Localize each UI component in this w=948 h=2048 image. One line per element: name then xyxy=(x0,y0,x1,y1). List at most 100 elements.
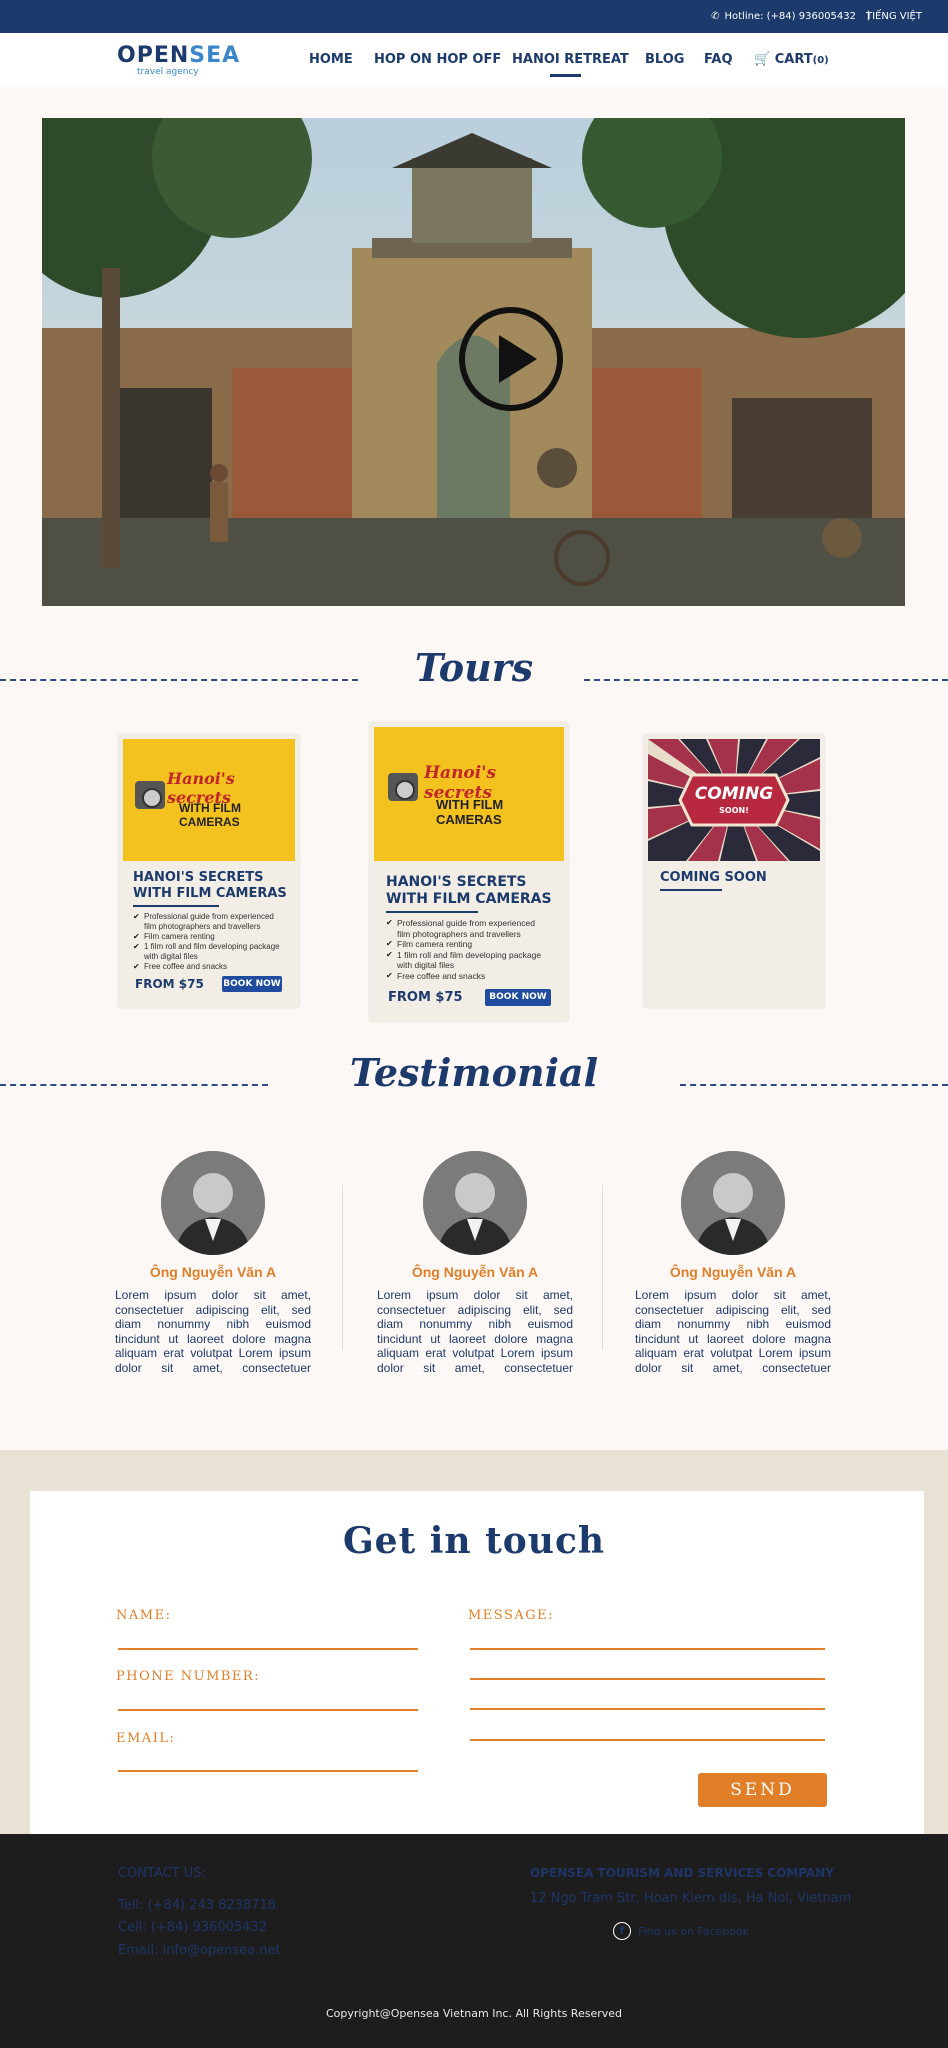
footer-tel: Tell: (+84) 243 8238718 xyxy=(118,1898,277,1913)
message-field[interactable] xyxy=(470,1648,825,1650)
testimonial-name: Ông Nguyễn Văn A xyxy=(669,1264,797,1280)
logo[interactable]: OPENSEA travel agency xyxy=(117,43,241,78)
avatar xyxy=(681,1151,785,1255)
feature-item: 1 film roll and film developing package xyxy=(133,942,293,952)
feature-item: Free coffee and snacks xyxy=(386,971,564,982)
hero-video[interactable] xyxy=(42,118,905,606)
tours-divider-right xyxy=(584,679,948,681)
footer-contact-heading: CONTACT US: xyxy=(118,1866,206,1881)
testimonial-text: Lorem ipsum dolor sit amet, consectetuer… xyxy=(635,1288,831,1376)
testimonial-name: Ông Nguyễn Văn A xyxy=(149,1264,277,1280)
nav-blog[interactable]: BLOG xyxy=(645,52,684,67)
tours-divider-left xyxy=(0,679,358,681)
feature-item: 1 film roll and film developing package xyxy=(386,950,564,961)
tour-card-title-1: HANOI'S SECRETS xyxy=(386,874,527,890)
facebook-link[interactable]: f Find us on Facebook xyxy=(613,1922,749,1940)
play-button-icon[interactable] xyxy=(459,307,563,411)
title-underline xyxy=(133,905,219,907)
hotline-text: Hotline: (+84) 936005432 xyxy=(724,11,857,22)
name-label: NAME: xyxy=(116,1608,172,1623)
feature-item: film photographers and travellers xyxy=(144,922,261,931)
language-switch[interactable]: TIẾNG VIỆT xyxy=(866,11,922,22)
avatar xyxy=(161,1151,265,1255)
footer-address: 12 Ngo Tram Str, Hoan Kiem dis, Ha Noi, … xyxy=(530,1891,852,1906)
tour-card-subtitle: WITH FILM CAMERAS xyxy=(436,797,504,827)
message-field-line[interactable] xyxy=(470,1739,825,1741)
testimonial-text: Lorem ipsum dolor sit amet, consectetuer… xyxy=(115,1288,311,1376)
copyright: Copyright@Opensea Vietnam Inc. All Right… xyxy=(326,2007,622,2020)
tour-card-3[interactable]: COMING SOON! COMING SOON xyxy=(644,735,824,1007)
feature-item: Film camera renting xyxy=(133,932,293,942)
logo-name-sea: SEA xyxy=(189,43,241,68)
tour-card-image: Hanoi's secrets WITH FILM CAMERAS xyxy=(374,727,564,861)
testimonial-text: Lorem ipsum dolor sit amet, consectetuer… xyxy=(377,1288,573,1376)
footer-email[interactable]: Email: info@opensea.net xyxy=(118,1943,281,1958)
testimonial-divider-left xyxy=(0,1084,268,1086)
tour-card-title: COMING SOON xyxy=(660,870,767,885)
cart-icon: 🛒 xyxy=(754,52,771,67)
name-field[interactable] xyxy=(118,1648,418,1650)
nav-cart[interactable]: 🛒 CART(0) xyxy=(754,52,829,67)
logo-tagline: travel agency xyxy=(137,67,199,77)
cart-label: CART xyxy=(774,52,813,67)
book-now-button[interactable]: BOOK NOW xyxy=(485,989,551,1006)
nav-hop-on-hop-off[interactable]: HOP ON HOP OFF xyxy=(374,52,501,67)
footer-cell: Cell: (+84) 936005432 xyxy=(118,1920,267,1935)
feature-item: Professional guide from experienced xyxy=(386,918,564,929)
nav-faq[interactable]: FAQ xyxy=(704,52,733,67)
message-field-line[interactable] xyxy=(470,1708,825,1710)
tour-card-2[interactable]: Hanoi's secrets WITH FILM CAMERAS HANOI'… xyxy=(370,723,568,1021)
feature-item: with digital files xyxy=(397,960,455,970)
title-underline xyxy=(660,889,722,891)
avatar xyxy=(423,1151,527,1255)
tour-card-title-2: WITH FILM CAMERAS xyxy=(386,891,552,907)
feature-item: with digital files xyxy=(144,952,198,961)
logo-name-open: OPEN xyxy=(117,43,190,68)
tour-card-features: Professional guide from experienced film… xyxy=(133,912,293,972)
feature-item: film photographers and travellers xyxy=(397,928,521,939)
tour-card-title-2: WITH FILM CAMERAS xyxy=(133,886,287,901)
nav-home[interactable]: HOME xyxy=(309,52,353,67)
nav-hanoi-retreat-label: HANOI RETREAT xyxy=(512,52,629,67)
tour-card-1[interactable]: Hanoi's secrets WITH FILM CAMERAS HANOI'… xyxy=(119,735,299,1007)
site-header: OPENSEA travel agency HOME HOP ON HOP OF… xyxy=(0,33,948,87)
phone-field[interactable] xyxy=(118,1709,418,1711)
footer-company: OPENSEA TOURISM AND SERVICES COMPANY xyxy=(530,1866,834,1880)
coming-badge-subtext: SOON! xyxy=(719,806,749,815)
testimonial-divider-right xyxy=(680,1084,948,1086)
testimonial-divider xyxy=(342,1185,343,1350)
coming-badge-text: COMING xyxy=(694,784,774,804)
facebook-text: Find us on Facebook xyxy=(638,1924,750,1938)
feature-item: Free coffee and snacks xyxy=(133,962,293,972)
email-field[interactable] xyxy=(118,1770,418,1772)
tour-card-image: Hanoi's secrets WITH FILM CAMERAS xyxy=(123,739,295,861)
tours-heading: Tours xyxy=(414,645,534,690)
cart-count: (0) xyxy=(812,55,829,66)
tour-card-title-1: HANOI'S SECRETS xyxy=(133,870,264,885)
top-bar: ✆ Hotline: (+84) 936005432 | TIẾNG VIỆT xyxy=(0,0,948,33)
send-button[interactable]: SEND xyxy=(698,1773,827,1807)
testimonial-name: Ông Nguyễn Văn A xyxy=(411,1264,539,1280)
email-label: EMAIL: xyxy=(116,1731,176,1746)
tour-card-subtitle: WITH FILM CAMERAS xyxy=(179,801,241,829)
feature-item: Professional guide from experienced xyxy=(133,912,293,922)
tour-price: FROM $75 xyxy=(388,990,463,1005)
title-underline xyxy=(386,911,478,913)
nav-hanoi-retreat[interactable]: HANOI RETREAT xyxy=(512,52,629,77)
camera-icon xyxy=(135,781,165,809)
message-field-line[interactable] xyxy=(470,1678,825,1680)
phone-icon: ✆ xyxy=(711,11,720,22)
camera-icon xyxy=(388,773,418,801)
testimonial-divider xyxy=(602,1185,603,1350)
tour-card-features: Professional guide from experienced film… xyxy=(386,918,564,981)
contact-title: Get in touch xyxy=(342,1520,606,1562)
hotline[interactable]: ✆ Hotline: (+84) 936005432 xyxy=(711,11,856,22)
coming-soon-image: COMING SOON! xyxy=(648,739,820,861)
facebook-icon: f xyxy=(613,1922,631,1940)
book-now-button[interactable]: BOOK NOW xyxy=(222,976,282,992)
phone-label: PHONE NUMBER: xyxy=(116,1669,261,1684)
testimonial-heading: Testimonial xyxy=(349,1050,599,1095)
feature-item: Film camera renting xyxy=(386,939,564,950)
tour-price: FROM $75 xyxy=(135,977,204,991)
message-label: MESSAGE: xyxy=(468,1608,555,1623)
